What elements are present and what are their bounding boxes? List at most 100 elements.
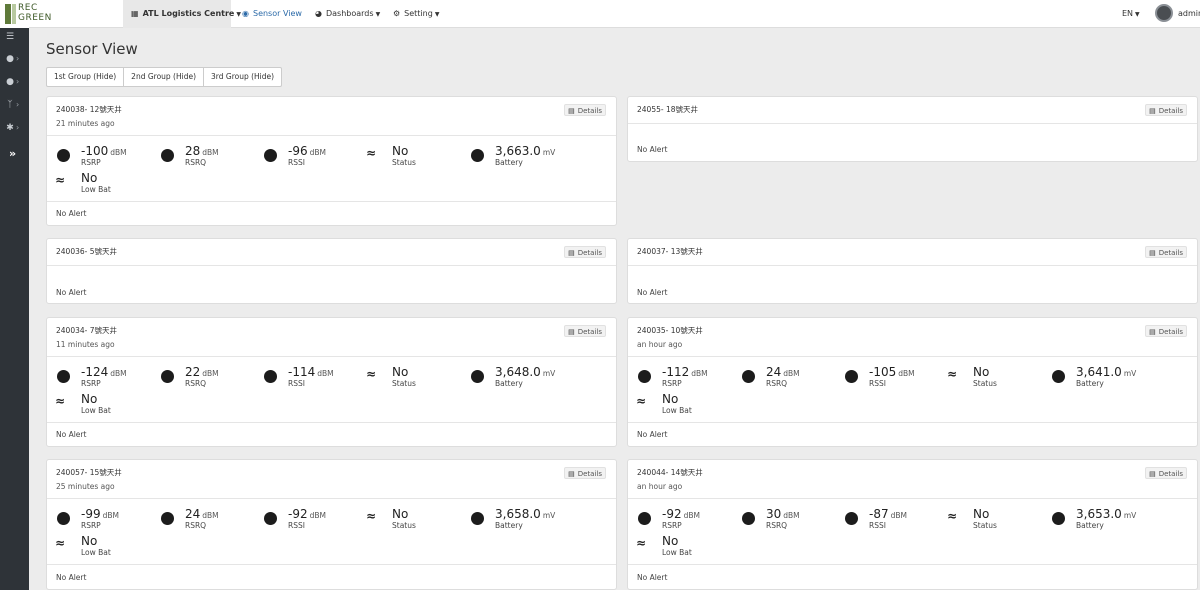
signal-dot-icon [742, 512, 755, 525]
alert-status: No Alert [56, 573, 87, 582]
user-group-icon: ● [6, 77, 14, 87]
page-title: Sensor View [46, 40, 138, 58]
language-selector[interactable]: EN ▼ [1122, 0, 1140, 28]
metric-battery: 3,658.0 mV Battery [471, 507, 571, 533]
sidebar-item-branch[interactable]: ᛉ › [4, 97, 26, 113]
sensor-card: 240038- 12號天井 21 minutes ago ▤ Details -1… [46, 96, 617, 226]
sensor-last-seen: an hour ago [637, 340, 683, 349]
signal-dot-icon [57, 512, 70, 525]
signal-dot-icon [161, 512, 174, 525]
chart-icon: ▤ [1149, 470, 1156, 478]
waves-icon: ≈ [366, 146, 377, 160]
sensor-card: 240034- 7號天井 11 minutes ago ▤ Details -12… [46, 317, 617, 447]
nav-sensor-view[interactable]: ◉ Sensor View [242, 0, 302, 28]
signal-dot-icon [845, 512, 858, 525]
battery-dot-icon [1052, 512, 1065, 525]
sensor-card: 240036- 5號天井 ▤ Details No Alert [46, 238, 617, 304]
metric-status: ≈ No Status [947, 507, 997, 530]
metric-rsrp: -92 dBM RSRP [638, 507, 738, 533]
chart-icon: ▤ [568, 470, 575, 478]
caret-down-icon: ▼ [375, 11, 381, 18]
top-navbar: ▦ ATL Logistics Centre ▼ ◉ Sensor View ◕ Das… [0, 0, 1200, 28]
details-button[interactable]: ▤ Details [564, 104, 606, 116]
user-menu[interactable]: admin [1178, 0, 1200, 28]
group-2-toggle[interactable]: 2nd Group (Hide) [124, 68, 205, 86]
waves-icon: ≈ [947, 509, 958, 523]
details-button[interactable]: ▤ Details [564, 467, 606, 479]
details-button[interactable]: ▤ Details [564, 325, 606, 337]
nav-setting[interactable]: ⚙ Setting ▼ [393, 0, 439, 28]
caret-down-icon: ▼ [434, 11, 440, 18]
chevron-right-icon: › [16, 123, 20, 132]
signal-dot-icon [264, 512, 277, 525]
sensor-card: 240037- 13號天井 ▤ Details No Alert [627, 238, 1198, 304]
signal-dot-icon [161, 370, 174, 383]
brand-logo[interactable]: REC GREEN [5, 3, 60, 25]
globe-icon: ◉ [242, 9, 249, 18]
grid-icon: ▦ [131, 9, 139, 18]
sidebar-expand-toggle[interactable]: » [9, 146, 31, 162]
sidebar-item-groups[interactable]: ● › [4, 74, 26, 90]
metric-rsrp: -100 dBM RSRP [57, 144, 157, 170]
metric-rsrp: -124 dBM RSRP [57, 365, 157, 391]
alert-status: No Alert [56, 209, 87, 218]
sidebar-item-list[interactable]: ☰ [4, 29, 26, 45]
chart-icon: ▤ [1149, 328, 1156, 336]
nav-site-selector[interactable]: ▦ ATL Logistics Centre ▼ [131, 0, 241, 28]
avatar[interactable] [1155, 4, 1173, 22]
alert-status: No Alert [637, 288, 668, 297]
metric-battery: 3,641.0 mV Battery [1052, 365, 1152, 391]
details-button[interactable]: ▤ Details [1145, 104, 1187, 116]
signal-dot-icon [57, 149, 70, 162]
waves-icon: ≈ [55, 394, 66, 408]
signal-dot-icon [264, 370, 277, 383]
details-button[interactable]: ▤ Details [564, 246, 606, 258]
metric-battery: 3,653.0 mV Battery [1052, 507, 1152, 533]
caret-down-icon: ▼ [1135, 11, 1140, 18]
expand-icon: » [9, 147, 17, 160]
metric-status: ≈ No Status [947, 365, 997, 388]
metric-lowbat: ≈ No Low Bat [55, 171, 111, 194]
waves-icon: ≈ [55, 536, 66, 550]
details-button[interactable]: ▤ Details [1145, 467, 1187, 479]
alert-status: No Alert [637, 573, 668, 582]
metric-rsrq: 24 dBM RSRQ [742, 365, 842, 391]
sensor-name: 240044- 14號天井 [637, 468, 703, 477]
metric-lowbat: ≈ No Low Bat [636, 392, 692, 415]
waves-icon: ≈ [366, 367, 377, 381]
metric-rssi: -92 dBM RSSI [264, 507, 364, 533]
sensor-name: 240036- 5號天井 [56, 247, 117, 256]
sidebar-item-bug[interactable]: ✱ › [4, 120, 26, 136]
sensor-last-seen: 25 minutes ago [56, 482, 115, 491]
metric-lowbat: ≈ No Low Bat [55, 534, 111, 557]
alert-status: No Alert [637, 430, 668, 439]
chart-icon: ▤ [1149, 107, 1156, 115]
details-button[interactable]: ▤ Details [1145, 246, 1187, 258]
sensor-name: 240035- 10號天井 [637, 326, 703, 335]
group-1-toggle[interactable]: 1st Group (Hide) [47, 68, 125, 86]
nav-dashboards[interactable]: ◕ Dashboards ▼ [315, 0, 380, 28]
metric-battery: 3,648.0 mV Battery [471, 365, 571, 391]
metric-lowbat: ≈ No Low Bat [636, 534, 692, 557]
waves-icon: ≈ [947, 367, 958, 381]
group-3-toggle[interactable]: 3rd Group (Hide) [204, 68, 281, 86]
alert-status: No Alert [56, 288, 87, 297]
dashboard-icon: ◕ [315, 9, 322, 18]
sensor-last-seen: 21 minutes ago [56, 119, 115, 128]
metric-rssi: -105 dBM RSSI [845, 365, 945, 391]
chart-icon: ▤ [568, 328, 575, 336]
metric-rsrq: 22 dBM RSRQ [161, 365, 261, 391]
sensor-name: 240037- 13號天井 [637, 247, 703, 256]
details-button[interactable]: ▤ Details [1145, 325, 1187, 337]
battery-dot-icon [471, 370, 484, 383]
alert-status: No Alert [56, 430, 87, 439]
battery-dot-icon [471, 149, 484, 162]
metric-rssi: -96 dBM RSSI [264, 144, 364, 170]
metric-rssi: -87 dBM RSSI [845, 507, 945, 533]
signal-dot-icon [845, 370, 858, 383]
chart-icon: ▤ [1149, 249, 1156, 257]
group-toggle-bar: 1st Group (Hide) 2nd Group (Hide) 3rd Gr… [46, 67, 283, 87]
sidebar-item-users[interactable]: ● › [4, 51, 26, 67]
sensor-card: 240057- 15號天井 25 minutes ago ▤ Details -9… [46, 459, 617, 590]
sensor-card: 240044- 14號天井 an hour ago ▤ Details -92 dB… [627, 459, 1198, 590]
